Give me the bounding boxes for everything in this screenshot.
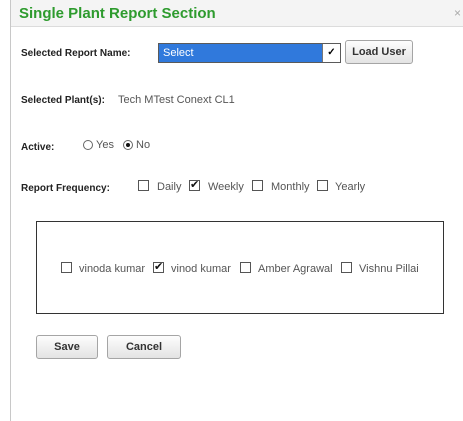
close-icon[interactable]: × [454, 6, 461, 20]
frequency-monthly-checkbox[interactable] [252, 180, 263, 191]
user-vinoda-kumar-checkbox[interactable] [61, 262, 72, 273]
active-yes-label: Yes [96, 139, 114, 151]
user-vishnu-pillai-checkbox[interactable] [341, 262, 352, 273]
report-name-select-value: Select [163, 47, 194, 59]
report-name-label: Selected Report Name: [21, 48, 131, 59]
user-amber-agrawal-label: Amber Agrawal [258, 263, 333, 275]
frequency-monthly-label: Monthly [271, 181, 310, 193]
user-vinod-kumar-label: vinod kumar [171, 263, 231, 275]
user-vinod-kumar-checkbox[interactable] [153, 260, 164, 273]
load-user-button[interactable]: Load User [345, 40, 413, 64]
active-yes-radio[interactable] [83, 140, 93, 150]
report-dialog: Single Plant Report Section × Selected R… [10, 0, 463, 421]
frequency-yearly-checkbox[interactable] [317, 180, 328, 191]
save-button[interactable]: Save [36, 335, 98, 359]
frequency-yearly-label: Yearly [335, 181, 366, 193]
frequency-daily-label: Daily [157, 181, 182, 193]
chevron-down-icon[interactable]: ✓ [322, 44, 340, 62]
dialog-titlebar: Single Plant Report Section × [11, 0, 463, 27]
user-amber-agrawal-checkbox[interactable] [240, 262, 251, 273]
frequency-weekly-label: Weekly [208, 181, 244, 193]
frequency-weekly-checkbox[interactable] [189, 178, 200, 191]
plants-value: Tech MTest Conext CL1 [118, 94, 235, 106]
active-label: Active: [21, 142, 55, 153]
report-name-select[interactable]: Select ✓ [158, 43, 341, 63]
cancel-button[interactable]: Cancel [107, 335, 181, 359]
active-no-radio[interactable] [123, 140, 133, 150]
frequency-label: Report Frequency: [21, 183, 110, 194]
user-vishnu-pillai-label: Vishnu Pillai [359, 263, 419, 275]
active-no-label: No [136, 139, 151, 151]
user-vinoda-kumar-label: vinoda kumar [79, 263, 146, 275]
frequency-daily-checkbox[interactable] [138, 180, 149, 191]
dialog-title: Single Plant Report Section [19, 5, 216, 22]
plants-label: Selected Plant(s): [21, 95, 105, 106]
